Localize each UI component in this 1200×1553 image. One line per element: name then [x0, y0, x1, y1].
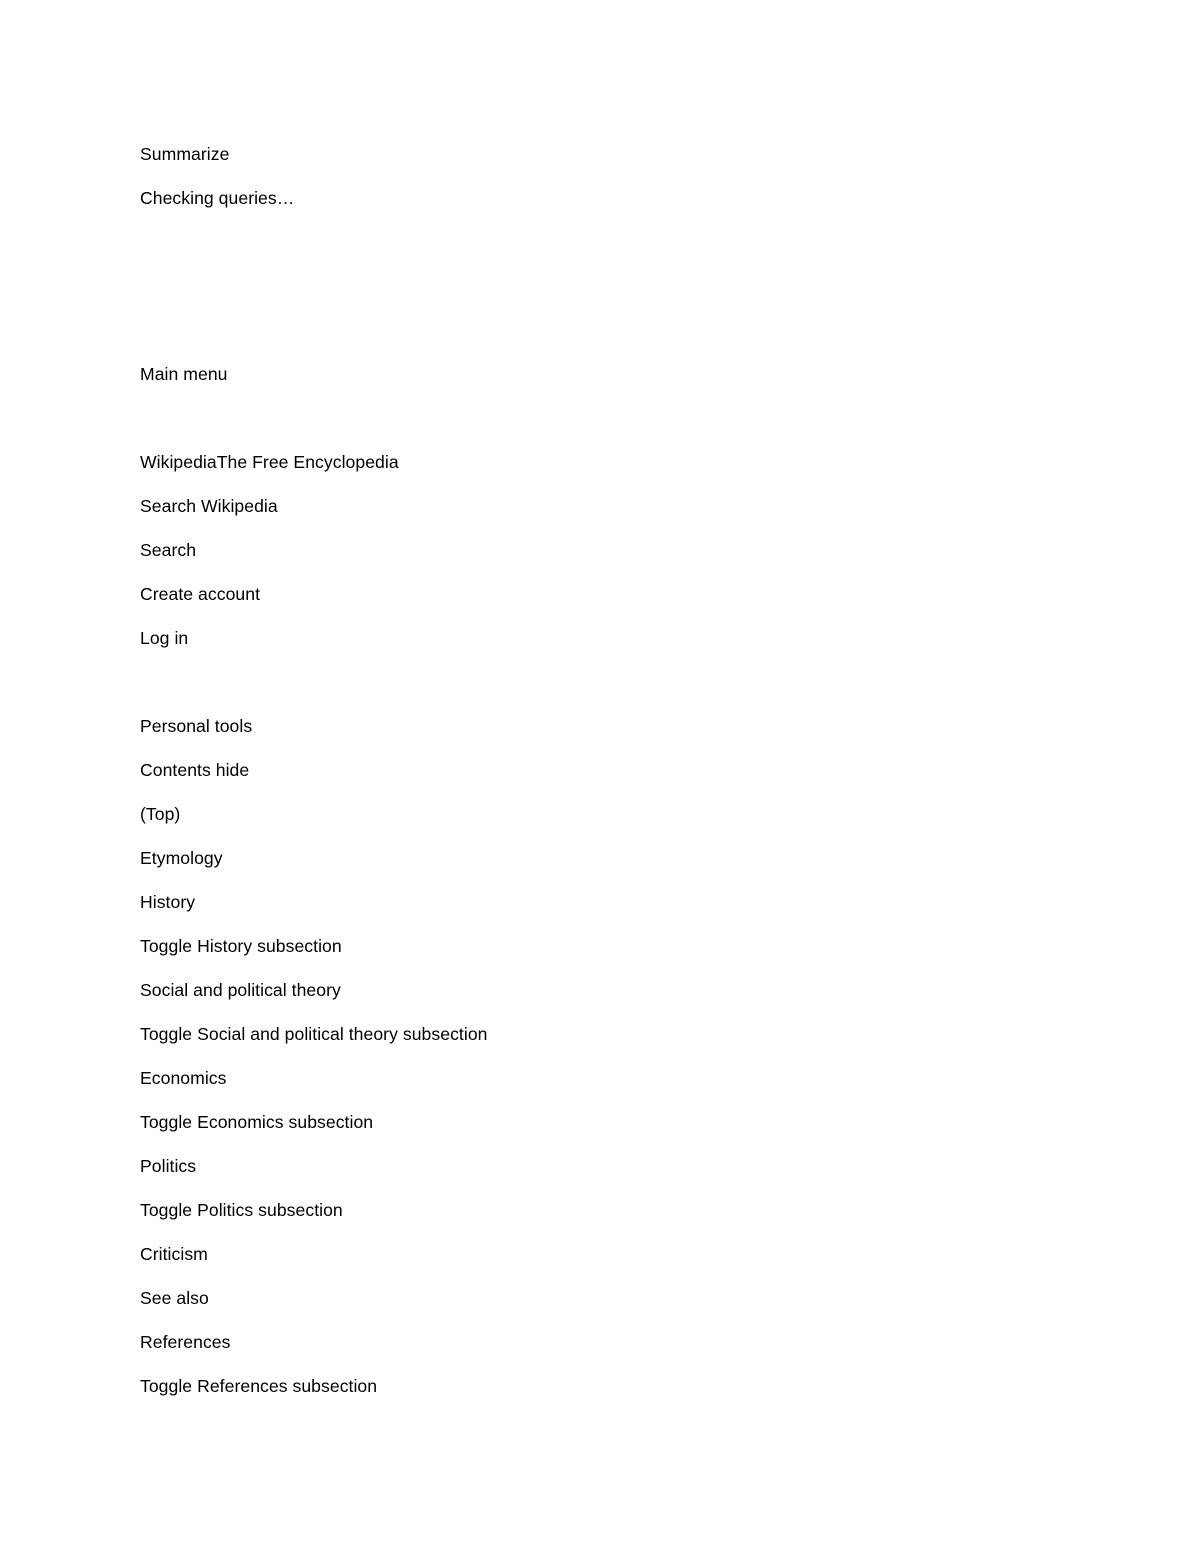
- document-text-body: Summarize Checking queries… Main menu Wi…: [140, 143, 1080, 1397]
- paragraph-search-wikipedia: Search Wikipedia: [140, 496, 278, 516]
- paragraph-toc-top: (Top): [140, 804, 181, 824]
- paragraph-spacer-4: [140, 407, 1080, 429]
- paragraph-main-menu: Main menu: [140, 364, 228, 384]
- paragraph-toc-criticism: Criticism: [140, 1244, 208, 1264]
- paragraph-toggle-economics-subsection: Toggle Economics subsection: [140, 1112, 374, 1132]
- paragraph-toc-history: History: [140, 892, 196, 912]
- paragraph-toc-politics: Politics: [140, 1156, 197, 1176]
- paragraph-toggle-social-and-political-theory-subsection: Toggle Social and political theory subse…: [140, 1024, 488, 1044]
- paragraph-spacer-2: [140, 275, 1080, 297]
- paragraph-log-in: Log in: [140, 628, 189, 648]
- paragraph-toggle-politics-subsection: Toggle Politics subsection: [140, 1200, 343, 1220]
- paragraph-spacer-1: [140, 231, 1080, 253]
- paragraph-create-account: Create account: [140, 584, 261, 604]
- paragraph-toc-see-also: See also: [140, 1288, 209, 1308]
- paragraph-toggle-history-subsection: Toggle History subsection: [140, 936, 342, 956]
- paragraph-search: Search: [140, 540, 197, 560]
- paragraph-toggle-references-subsection: Toggle References subsection: [140, 1376, 378, 1396]
- paragraph-toc-etymology: Etymology: [140, 848, 223, 868]
- paragraph-personal-tools: Personal tools: [140, 716, 253, 736]
- paragraph-toc-references: References: [140, 1332, 231, 1352]
- document-page: Summarize Checking queries… Main menu Wi…: [0, 0, 1200, 1553]
- paragraph-summarize: Summarize: [140, 144, 230, 164]
- paragraph-wikipedia-tagline: WikipediaThe Free Encyclopedia: [140, 452, 399, 472]
- paragraph-checking-queries: Checking queries…: [140, 188, 295, 208]
- paragraph-contents-hide: Contents hide: [140, 760, 250, 780]
- paragraph-toc-social-and-political-theory: Social and political theory: [140, 980, 341, 1000]
- paragraph-toc-economics: Economics: [140, 1068, 227, 1088]
- paragraph-spacer-5: [140, 671, 1080, 693]
- paragraph-spacer-3: [140, 319, 1080, 341]
